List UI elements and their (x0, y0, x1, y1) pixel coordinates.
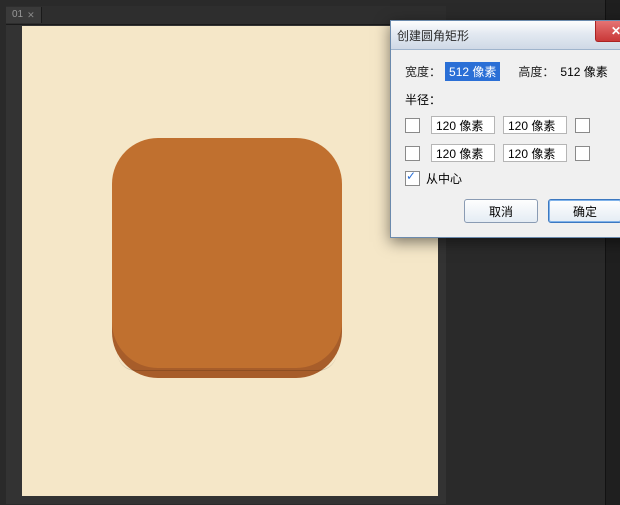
link-bottom-right-checkbox[interactable] (575, 146, 590, 161)
dialog-title: 创建圆角矩形 (397, 27, 469, 44)
ok-button[interactable]: 确定 (548, 199, 620, 223)
width-input[interactable]: 512 像素 (445, 62, 500, 81)
dialog-buttons: 取消 确定 (405, 199, 620, 227)
width-label: 宽度： (405, 63, 441, 80)
radius-bottom-left-input[interactable]: 120 像素 (431, 144, 495, 162)
from-center-row: 从中心 (405, 170, 620, 187)
document-tabbar: 01 ✕ (6, 6, 446, 25)
close-icon[interactable]: ✕ (27, 7, 35, 23)
size-row: 宽度： 512 像素 高度： 512 像素 (405, 62, 620, 81)
radius-label: 半径： (405, 91, 620, 108)
cancel-button[interactable]: 取消 (464, 199, 538, 223)
dialog-body: 宽度： 512 像素 高度： 512 像素 半径： 120 像素 120 像素 … (391, 50, 620, 237)
link-top-left-checkbox[interactable] (405, 118, 420, 133)
rounded-rect-shape[interactable] (112, 138, 342, 378)
shape-fill (112, 138, 342, 368)
height-input[interactable]: 512 像素 (558, 62, 609, 81)
radius-bottom-right-input[interactable]: 120 像素 (503, 144, 567, 162)
radius-top-right-input[interactable]: 120 像素 (503, 116, 567, 134)
editor-stage: 01 ✕ (6, 6, 446, 504)
dialog-titlebar[interactable]: 创建圆角矩形 ✕ (391, 21, 620, 50)
close-icon: ✕ (611, 24, 620, 38)
create-rounded-rect-dialog: 创建圆角矩形 ✕ 宽度： 512 像素 高度： 512 像素 半径： 120 像… (390, 20, 620, 238)
document-tab-label: 01 (12, 7, 23, 23)
link-bottom-left-checkbox[interactable] (405, 146, 420, 161)
radius-top-left-input[interactable]: 120 像素 (431, 116, 495, 134)
cancel-button-label: 取消 (489, 203, 513, 220)
height-label: 高度： (518, 63, 554, 80)
document-tab[interactable]: 01 ✕ (6, 7, 42, 23)
ok-button-label: 确定 (573, 203, 597, 220)
close-button[interactable]: ✕ (595, 21, 620, 42)
canvas[interactable] (22, 26, 438, 496)
from-center-checkbox[interactable] (405, 171, 420, 186)
from-center-label: 从中心 (426, 170, 462, 187)
radius-grid: 120 像素 120 像素 120 像素 120 像素 (405, 116, 620, 162)
shape-seam (117, 352, 337, 371)
link-top-right-checkbox[interactable] (575, 118, 590, 133)
